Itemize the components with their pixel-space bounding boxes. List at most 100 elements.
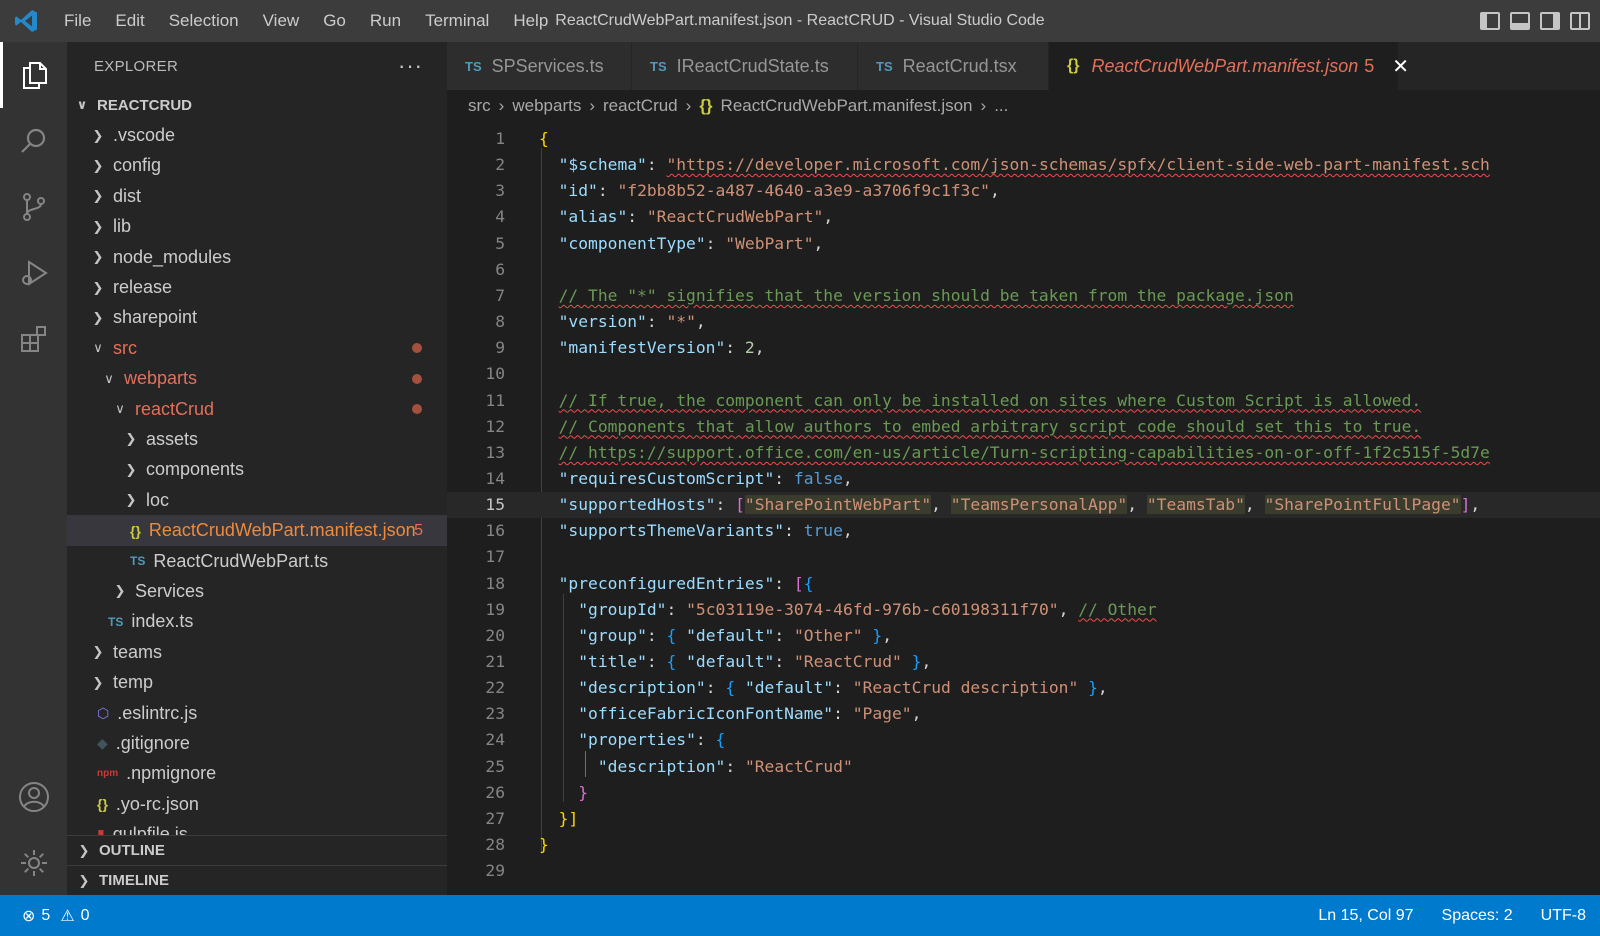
code-line[interactable]: 14 "requiresCustomScript": false,	[447, 466, 1600, 492]
code-line[interactable]: 20 "group": { "default": "Other" },	[447, 623, 1600, 649]
code-line[interactable]: 27 }]	[447, 806, 1600, 832]
outline-section[interactable]: ❯ OUTLINE	[67, 835, 447, 865]
tree-item[interactable]: ❯ teams	[67, 637, 447, 667]
code-line[interactable]: 5 "componentType": "WebPart",	[447, 231, 1600, 257]
tab-spservices[interactable]: TS SPServices.ts	[447, 42, 632, 90]
tree-item[interactable]: ∨ reactCrud	[67, 394, 447, 424]
vscode-logo-icon[interactable]	[0, 0, 52, 42]
tree-item[interactable]: ❯ loc	[67, 485, 447, 515]
code-line[interactable]: 8 "version": "*",	[447, 309, 1600, 335]
code-line[interactable]: 17	[447, 544, 1600, 570]
code-line[interactable]: 19 "groupId": "5c03119e-3074-46fd-976b-c…	[447, 597, 1600, 623]
tree-item[interactable]: npm .npmignore	[67, 759, 447, 789]
toggle-panel-icon[interactable]	[1510, 12, 1530, 30]
tree-item[interactable]: ❯ assets	[67, 424, 447, 454]
problems-indicator[interactable]: ⊗ 5 ⚠ 0	[22, 895, 90, 936]
code-line[interactable]: 18 "preconfiguredEntries": [{	[447, 571, 1600, 597]
settings-gear-icon[interactable]	[0, 830, 67, 896]
breadcrumb-webparts[interactable]: webparts	[512, 96, 581, 116]
code-line[interactable]: 9 "manifestVersion": 2,	[447, 335, 1600, 361]
tree-item[interactable]: ∨ webparts	[67, 364, 447, 394]
code-line[interactable]: 28}	[447, 832, 1600, 858]
code-line[interactable]: 29	[447, 858, 1600, 884]
tree-root-reactcrud[interactable]: ∨ REACTCRUD	[67, 90, 447, 120]
tree-item[interactable]: ◆ .gitignore	[67, 728, 447, 758]
outline-label: OUTLINE	[99, 842, 165, 859]
toggle-secondary-sidebar-icon[interactable]	[1540, 12, 1560, 30]
code-line[interactable]: 6	[447, 257, 1600, 283]
breadcrumb-symbols[interactable]: ...	[994, 96, 1008, 116]
tab-reactcrud-tsx[interactable]: TS ReactCrud.tsx	[858, 42, 1049, 90]
code-line[interactable]: 21 "title": { "default": "ReactCrud" },	[447, 649, 1600, 675]
code-line[interactable]: 13 // https://support.office.com/en-us/a…	[447, 440, 1600, 466]
tree-item[interactable]: {} ReactCrudWebPart.manifest.json 5	[67, 515, 447, 546]
code-line[interactable]: 3 "id": "f2bb8b52-a487-4640-a3e9-a3706f9…	[447, 178, 1600, 204]
timeline-section[interactable]: ❯ TIMELINE	[67, 865, 447, 895]
tree-item[interactable]: ❯ components	[67, 455, 447, 485]
code-line[interactable]: 7 // The "*" signifies that the version …	[447, 283, 1600, 309]
extensions-icon[interactable]	[0, 306, 67, 372]
menu-selection[interactable]: Selection	[157, 0, 251, 42]
code-line[interactable]: 12 // Components that allow authors to e…	[447, 414, 1600, 440]
code-line[interactable]: 4 "alias": "ReactCrudWebPart",	[447, 204, 1600, 230]
more-actions-icon[interactable]: ···	[398, 53, 423, 79]
customize-layout-icon[interactable]	[1570, 12, 1590, 30]
tree-item[interactable]: ❯ sharepoint	[67, 303, 447, 333]
close-tab-icon[interactable]: ✕	[1392, 54, 1409, 79]
tab-label: IReactCrudState.ts	[676, 55, 829, 76]
explorer-icon[interactable]	[0, 42, 67, 108]
code-text: }]	[558, 808, 579, 828]
tab-manifest-json[interactable]: {} ReactCrudWebPart.manifest.json 5 ✕	[1049, 42, 1409, 90]
tree-item[interactable]: ❯ .vscode	[67, 120, 447, 150]
menu-view[interactable]: View	[251, 0, 312, 42]
line-number: 14	[485, 468, 505, 488]
breadcrumb-file[interactable]: ReactCrudWebPart.manifest.json	[721, 96, 973, 116]
tree-item[interactable]: TS ReactCrudWebPart.ts	[67, 546, 447, 576]
tree-item[interactable]: TS index.ts	[67, 607, 447, 637]
breadcrumb-reactcrud[interactable]: reactCrud	[603, 96, 678, 116]
chevron-right-icon: ❯	[92, 127, 104, 143]
tree-item[interactable]: ❯ config	[67, 151, 447, 181]
tree-item[interactable]: ❯ temp	[67, 667, 447, 697]
menu-terminal[interactable]: Terminal	[413, 0, 501, 42]
code-line[interactable]: 2 "$schema": "https://developer.microsof…	[447, 152, 1600, 178]
code-editor[interactable]: 1{2 "$schema": "https://developer.micros…	[447, 122, 1600, 915]
tree-item[interactable]: ❯ lib	[67, 212, 447, 242]
source-control-icon[interactable]	[0, 174, 67, 240]
code-line[interactable]: 22 "description": { "default": "ReactCru…	[447, 675, 1600, 701]
code-line[interactable]: 11 // If true, the component can only be…	[447, 388, 1600, 414]
indentation[interactable]: Spaces: 2	[1442, 907, 1513, 925]
toggle-primary-sidebar-icon[interactable]	[1480, 12, 1500, 30]
code-line[interactable]: 1{	[447, 126, 1600, 152]
account-icon[interactable]	[0, 764, 67, 830]
breadcrumb-src[interactable]: src	[468, 96, 491, 116]
line-number: 23	[485, 704, 505, 724]
menu-edit[interactable]: Edit	[103, 0, 156, 42]
chevron-right-icon: ›	[685, 96, 692, 115]
menu-go[interactable]: Go	[311, 0, 358, 42]
code-line[interactable]: 10	[447, 361, 1600, 387]
tree-item[interactable]: ❯ Services	[67, 576, 447, 606]
tree-item[interactable]: ❯ node_modules	[67, 242, 447, 272]
run-debug-icon[interactable]	[0, 240, 67, 306]
tree-item[interactable]: ❯ release	[67, 272, 447, 302]
menu-run[interactable]: Run	[358, 0, 413, 42]
code-line[interactable]: 26 }	[447, 780, 1600, 806]
tree-item[interactable]: ❯ dist	[67, 181, 447, 211]
tree-item[interactable]: ∨ src	[67, 333, 447, 363]
tab-ireactcrudstate[interactable]: TS IReactCrudState.ts	[632, 42, 858, 90]
code-line[interactable]: 16 "supportsThemeVariants": true,	[447, 518, 1600, 544]
code-line[interactable]: 24 "properties": {	[447, 727, 1600, 753]
menu-help[interactable]: Help	[501, 0, 560, 42]
tree-item[interactable]: ⬡ .eslintrc.js	[67, 698, 447, 728]
encoding[interactable]: UTF-8	[1541, 907, 1586, 925]
code-line[interactable]: 15 "supportedHosts": ["SharePointWebPart…	[447, 492, 1600, 519]
code-line[interactable]: 25 "description": "ReactCrud"	[447, 754, 1600, 780]
menu-bar: File Edit Selection View Go Run Terminal…	[52, 0, 560, 42]
search-icon[interactable]	[0, 108, 67, 174]
code-line[interactable]: 23 "officeFabricIconFontName": "Page",	[447, 701, 1600, 727]
tree-item[interactable]: {} .yo-rc.json	[67, 789, 447, 819]
code-text: "id": "f2bb8b52-a487-4640-a3e9-a3706f9c1…	[558, 181, 1000, 201]
menu-file[interactable]: File	[52, 0, 103, 42]
cursor-position[interactable]: Ln 15, Col 97	[1318, 907, 1413, 925]
